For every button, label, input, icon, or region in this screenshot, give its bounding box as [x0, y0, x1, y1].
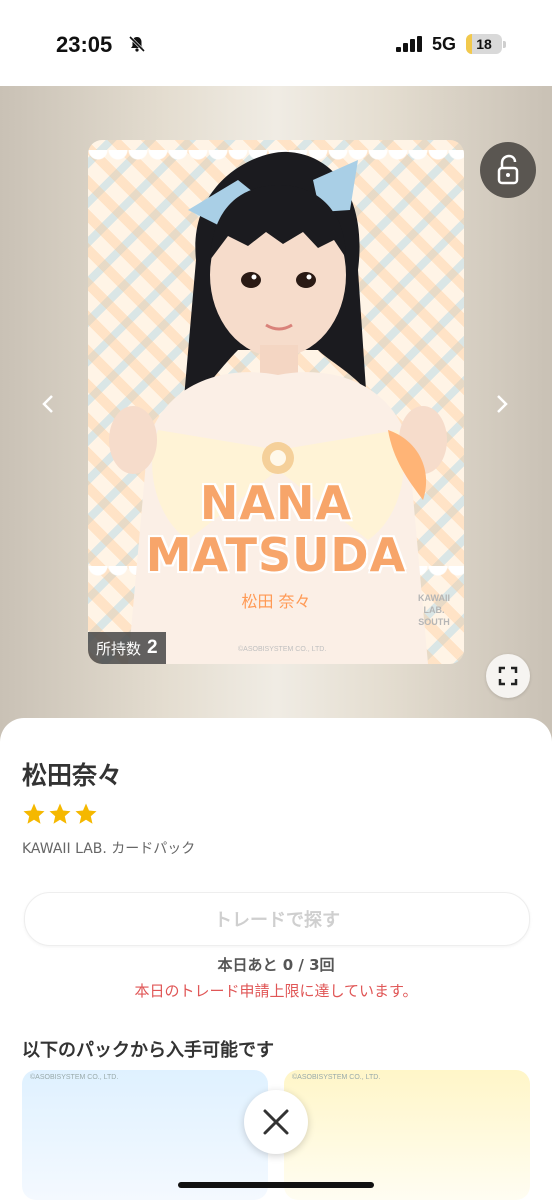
pack-thumbnail[interactable]: ©ASOBISYSTEM CO., LTD.: [284, 1070, 530, 1200]
star-icon: [49, 803, 71, 824]
owned-count-badge: 所持数 2: [88, 632, 166, 664]
battery-icon: 18: [466, 34, 502, 54]
card-detail-sheet: 松田奈々 KAWAII LAB. カードパック トレードで探す 本日あと 0 /…: [0, 718, 552, 1200]
home-indicator[interactable]: [178, 1182, 374, 1188]
battery-cap: [503, 41, 506, 48]
star-icon: [75, 803, 97, 824]
trade-limit-message: 本日のトレード申請上限に達しています。: [134, 982, 418, 1000]
close-icon: [263, 1109, 289, 1135]
network-type: 5G: [432, 34, 457, 54]
chevron-right-icon[interactable]: [492, 392, 512, 416]
signal-icon: [396, 36, 422, 52]
close-button[interactable]: [244, 1090, 308, 1154]
status-bar: 23:05 5G 18: [0, 0, 552, 86]
lock-button[interactable]: [480, 142, 536, 198]
lock-open-icon: [497, 154, 519, 185]
card-copyright: ©ASOBISYSTEM CO., LTD.: [238, 646, 327, 653]
member-name: 松田奈々: [22, 761, 123, 790]
owned-label: 所持数: [96, 639, 142, 658]
pack-copyright: ©ASOBISYSTEM CO., LTD.: [292, 1074, 381, 1081]
fullscreen-button[interactable]: [486, 654, 530, 698]
card-name-line1: NANA: [199, 476, 353, 530]
trade-search-button[interactable]: トレードで探す: [24, 892, 530, 946]
available-packs-heading: 以下のパックから入手可能です: [22, 1040, 274, 1061]
pack-copyright: ©ASOBISYSTEM CO., LTD.: [30, 1074, 119, 1081]
idol-portrait-illustration: [109, 151, 447, 664]
trade-remaining-count: 本日あと 0 / 3回: [217, 956, 335, 974]
status-time: 23:05: [56, 32, 113, 57]
card-logo-line: LAB.: [423, 605, 445, 615]
card-brand-logo: KAWAII LAB. SOUTH: [412, 592, 456, 628]
card-name-kana: 松田 奈々: [241, 592, 311, 611]
battery-level-text: 18: [476, 36, 492, 52]
pack-name: KAWAII LAB. カードパック: [22, 841, 196, 857]
bell-slash-icon: [128, 35, 146, 53]
pack-thumbnail[interactable]: ©ASOBISYSTEM CO., LTD.: [22, 1070, 268, 1200]
card-name-line2: MATSUDA: [145, 528, 407, 582]
chevron-left-icon[interactable]: [38, 392, 58, 416]
idol-card-image[interactable]: NANA MATSUDA 松田 奈々 KAWAII LAB. SOUTH ©AS…: [88, 140, 464, 664]
rarity-stars: [22, 802, 98, 826]
star-icon: [23, 803, 45, 824]
card-logo-line: SOUTH: [418, 617, 450, 627]
card-viewer: NANA MATSUDA 松田 奈々 KAWAII LAB. SOUTH ©AS…: [0, 86, 552, 746]
expand-icon: [498, 666, 518, 686]
card-logo-line: KAWAII: [417, 593, 450, 603]
owned-count: 2: [147, 637, 158, 658]
